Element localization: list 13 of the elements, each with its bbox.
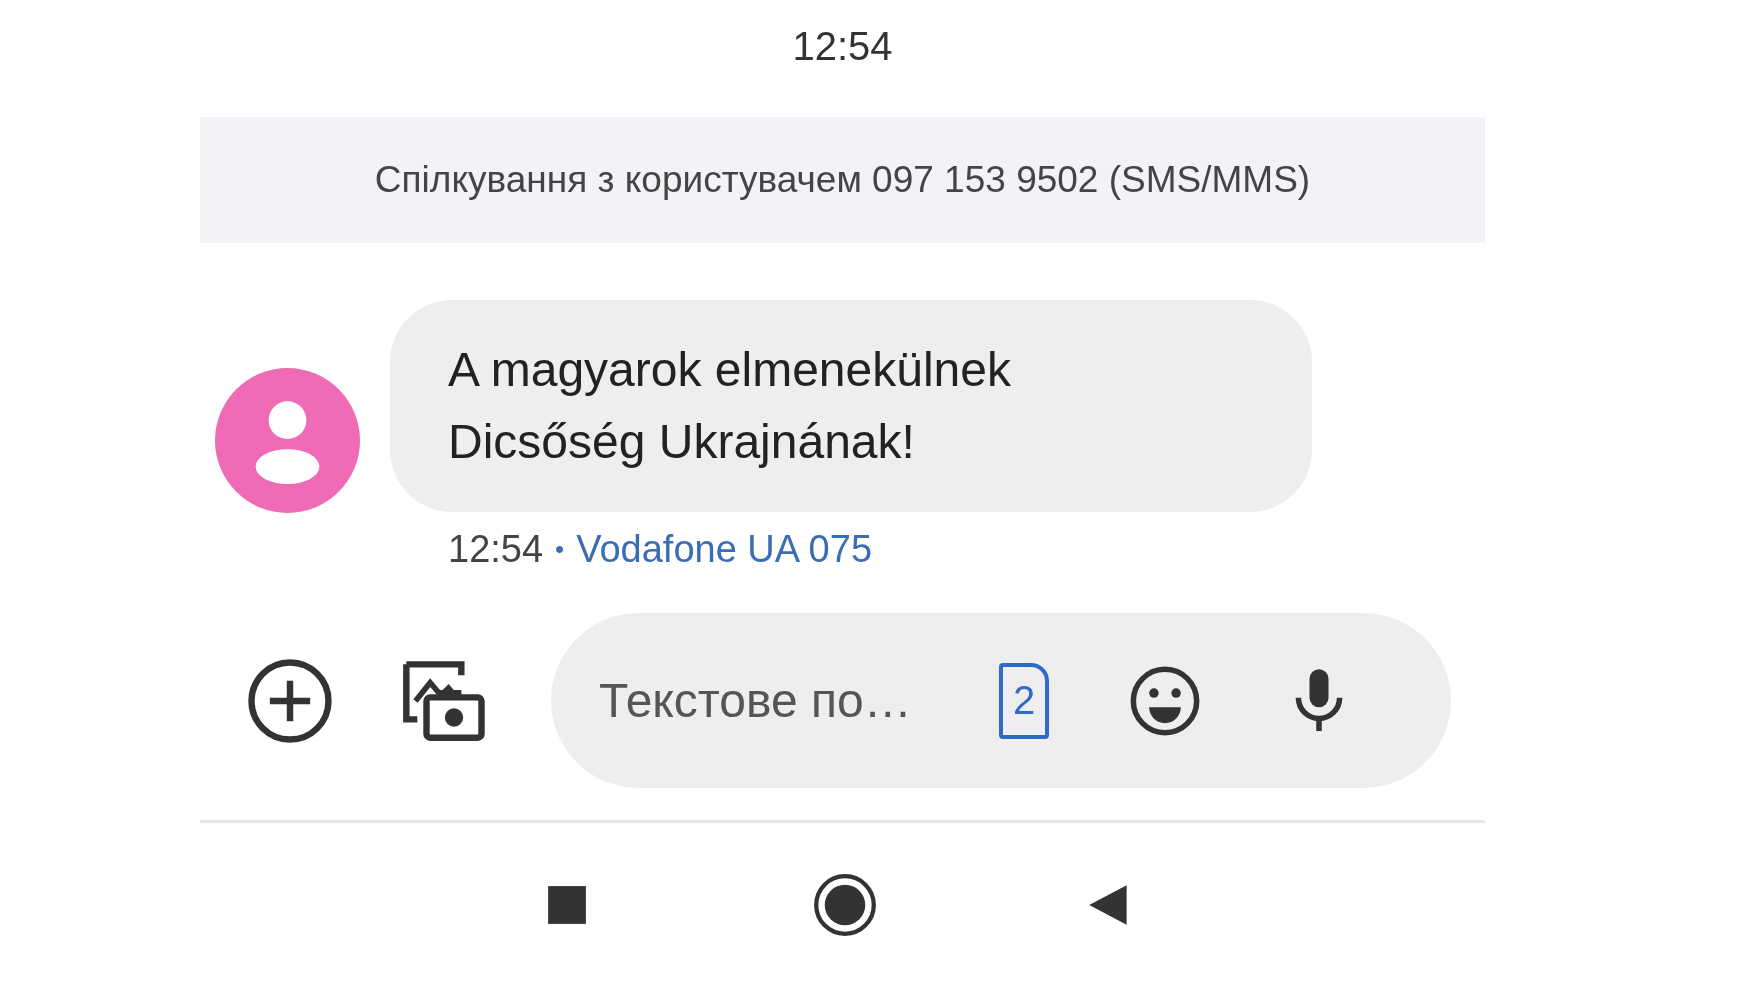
sim-card-icon[interactable]: 2 — [999, 662, 1049, 739]
carrier-name: Vodafone UA 075 — [576, 528, 873, 571]
separator-dot: • — [555, 534, 565, 565]
message-text: Dicsőség Ukrajnának! — [448, 414, 915, 470]
avatar-icon[interactable] — [215, 368, 360, 513]
status-time: 12:54 — [792, 24, 893, 69]
message-text: A magyarok elmenekülnek — [448, 342, 1011, 398]
add-icon[interactable] — [246, 656, 334, 745]
banner-text: Спілкування з користувачем 097 153 9502 (SMS/MMS) — [374, 159, 1311, 201]
home-button[interactable] — [813, 873, 877, 937]
message-field[interactable]: Текстове по… 2 — [551, 613, 1451, 788]
message-time: 12:54 — [448, 528, 544, 571]
recents-button[interactable] — [546, 884, 588, 926]
